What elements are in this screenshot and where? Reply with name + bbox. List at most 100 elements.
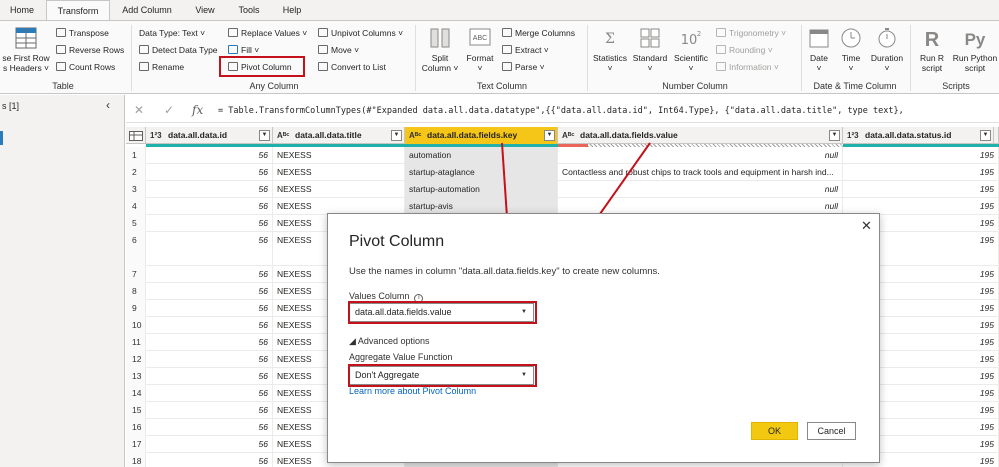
merge-columns-label: Merge Columns (515, 28, 575, 38)
collapse-pane-chevron-icon[interactable]: ‹ (106, 98, 110, 112)
cell-id[interactable]: 56 (146, 351, 273, 368)
rename-button[interactable]: Rename (139, 60, 184, 74)
cell-id[interactable]: 56 (146, 164, 273, 181)
detect-data-type-button[interactable]: Detect Data Type (139, 43, 218, 57)
extract-icon (502, 45, 512, 54)
run-r-script-button[interactable]: R Run R script (913, 25, 951, 73)
cell-status-id[interactable]: 195 (843, 164, 999, 181)
date-button[interactable]: Date ˅ (803, 25, 835, 73)
advanced-options-toggle[interactable]: ◢ Advanced options (349, 336, 429, 347)
information-button[interactable]: Information ˅ (716, 60, 779, 74)
table-row[interactable]: 2 56 NEXESS startup-ataglance Contactless an… (126, 164, 999, 181)
trigonometry-button[interactable]: Trigonometry ˅ (716, 26, 786, 40)
column-header-title[interactable]: Aᴮᶜ data.all.data.title ▼ (273, 127, 405, 144)
data-type-dropdown[interactable]: Data Type: Text ˅ (139, 26, 205, 40)
column-header-id[interactable]: 1²3 data.all.data.id ▼ (146, 127, 273, 144)
cell-status-id[interactable]: 195 (843, 181, 999, 198)
cell-fields-key[interactable]: automation (405, 147, 558, 164)
learn-more-link[interactable]: Learn more about Pivot Column (349, 386, 476, 396)
ok-button[interactable]: OK (751, 422, 798, 440)
close-icon[interactable]: ✕ (861, 218, 872, 234)
cell-id[interactable]: 56 (146, 147, 273, 164)
cell-id[interactable]: 56 (146, 419, 273, 436)
cancel-formula-icon[interactable]: ✕ (134, 103, 144, 117)
cell-id[interactable]: 56 (146, 283, 273, 300)
group-separator (910, 25, 911, 91)
fill-button[interactable]: Fill ˅ (228, 43, 259, 57)
cancel-button[interactable]: Cancel (807, 422, 856, 440)
filter-dropdown-icon[interactable]: ▼ (544, 130, 555, 141)
table-row[interactable]: 3 56 NEXESS startup-automation null 195 (126, 181, 999, 198)
dialog-description: Use the names in column "data.all.data.f… (349, 266, 660, 277)
unpivot-columns-button[interactable]: Unpivot Columns ˅ (318, 26, 403, 40)
cell-id[interactable]: 56 (146, 368, 273, 385)
cell-fields-value[interactable]: null (558, 147, 843, 164)
formula-bar: ✕ ✓ fx = Table.TransformColumnTypes(#"Ex… (126, 101, 999, 123)
cell-title[interactable]: NEXESS (273, 181, 405, 198)
column-header-fields-value[interactable]: Aᴮᶜ data.all.data.fields.value ▼ (558, 127, 843, 144)
values-column-label-text: Values Column (349, 291, 410, 301)
replace-values-button[interactable]: Replace Values ˅ (228, 26, 307, 40)
statistics-button[interactable]: Σ Statistics ˅ (590, 25, 630, 73)
convert-to-list-button[interactable]: Convert to List (318, 60, 386, 74)
selected-query-indicator[interactable] (0, 131, 3, 145)
cell-status-id[interactable]: 195 (843, 147, 999, 164)
cell-id[interactable]: 56 (146, 402, 273, 419)
cell-fields-key[interactable]: startup-ataglance (405, 164, 558, 181)
formula-text[interactable]: = Table.TransformColumnTypes(#"Expanded … (218, 106, 904, 116)
cell-title[interactable]: NEXESS (273, 147, 405, 164)
move-button[interactable]: Move ˅ (318, 43, 359, 57)
reverse-rows-button[interactable]: Reverse Rows (56, 43, 124, 57)
split-column-button[interactable]: Split Column ˅ (419, 25, 461, 73)
parse-button[interactable]: Parse ˅ (502, 60, 545, 74)
cell-id[interactable]: 56 (146, 198, 273, 215)
cell-id[interactable]: 56 (146, 300, 273, 317)
cell-id[interactable]: 56 (146, 385, 273, 402)
time-button[interactable]: Time ˅ (835, 25, 867, 73)
filter-dropdown-icon[interactable]: ▼ (829, 130, 840, 141)
select-all-table-icon[interactable] (126, 127, 146, 144)
use-first-row-as-headers-button[interactable]: se First Row s Headers ˅ (0, 25, 52, 73)
cell-id[interactable]: 56 (146, 266, 273, 283)
tab-home[interactable]: Home (2, 0, 42, 20)
cell-fields-value[interactable]: null (558, 181, 843, 198)
type-number-icon: 1²3 (150, 131, 162, 140)
cell-id[interactable]: 56 (146, 232, 273, 266)
commit-formula-icon[interactable]: ✓ (164, 103, 174, 117)
row-number: 9 (126, 300, 146, 317)
cell-id[interactable]: 56 (146, 334, 273, 351)
cell-title[interactable]: NEXESS (273, 164, 405, 181)
tab-add-column[interactable]: Add Column (114, 0, 180, 20)
rounding-button[interactable]: Rounding ˅ (716, 43, 773, 57)
cell-id[interactable]: 56 (146, 215, 273, 232)
filter-dropdown-icon[interactable]: ▼ (980, 130, 991, 141)
format-button[interactable]: ABC Format ˅ (461, 25, 499, 73)
filter-dropdown-icon[interactable]: ▼ (259, 130, 270, 141)
tab-transform[interactable]: Transform (46, 0, 110, 20)
duration-button[interactable]: Duration ˅ (867, 25, 907, 73)
scientific-button[interactable]: 10 2 Scientific ˅ (670, 25, 712, 73)
cell-id[interactable]: 56 (146, 181, 273, 198)
merge-columns-button[interactable]: Merge Columns (502, 26, 575, 40)
tab-view[interactable]: View (186, 0, 224, 20)
cell-fields-value[interactable]: Contactless and robust chips to track to… (558, 164, 843, 181)
tab-help[interactable]: Help (274, 0, 310, 20)
use-first-row-label-1: se First Row (2, 53, 50, 63)
svg-text:Σ: Σ (605, 31, 615, 47)
standard-button[interactable]: Standard ˅ (630, 25, 670, 73)
count-rows-label: Count Rows (69, 62, 116, 72)
cell-fields-key[interactable]: startup-automation (405, 181, 558, 198)
column-header-fields-key[interactable]: Aᴮᶜ data.all.data.fields.key ▼ (405, 127, 558, 144)
cell-id[interactable]: 56 (146, 436, 273, 453)
column-header-status-id[interactable]: 1²3 data.all.data.status.id ▼ (843, 127, 994, 144)
filter-dropdown-icon[interactable]: ▼ (391, 130, 402, 141)
count-rows-button[interactable]: Count Rows (56, 60, 115, 74)
table-row[interactable]: 1 56 NEXESS automation null 195 (126, 147, 999, 164)
cell-id[interactable]: 56 (146, 317, 273, 334)
run-python-script-button[interactable]: Py Run Python script (951, 25, 999, 73)
fx-icon[interactable]: fx (192, 103, 203, 117)
extract-button[interactable]: Extract ˅ (502, 43, 549, 57)
tab-tools[interactable]: Tools (230, 0, 268, 20)
cell-id[interactable]: 56 (146, 453, 273, 467)
transpose-button[interactable]: Transpose (56, 26, 109, 40)
